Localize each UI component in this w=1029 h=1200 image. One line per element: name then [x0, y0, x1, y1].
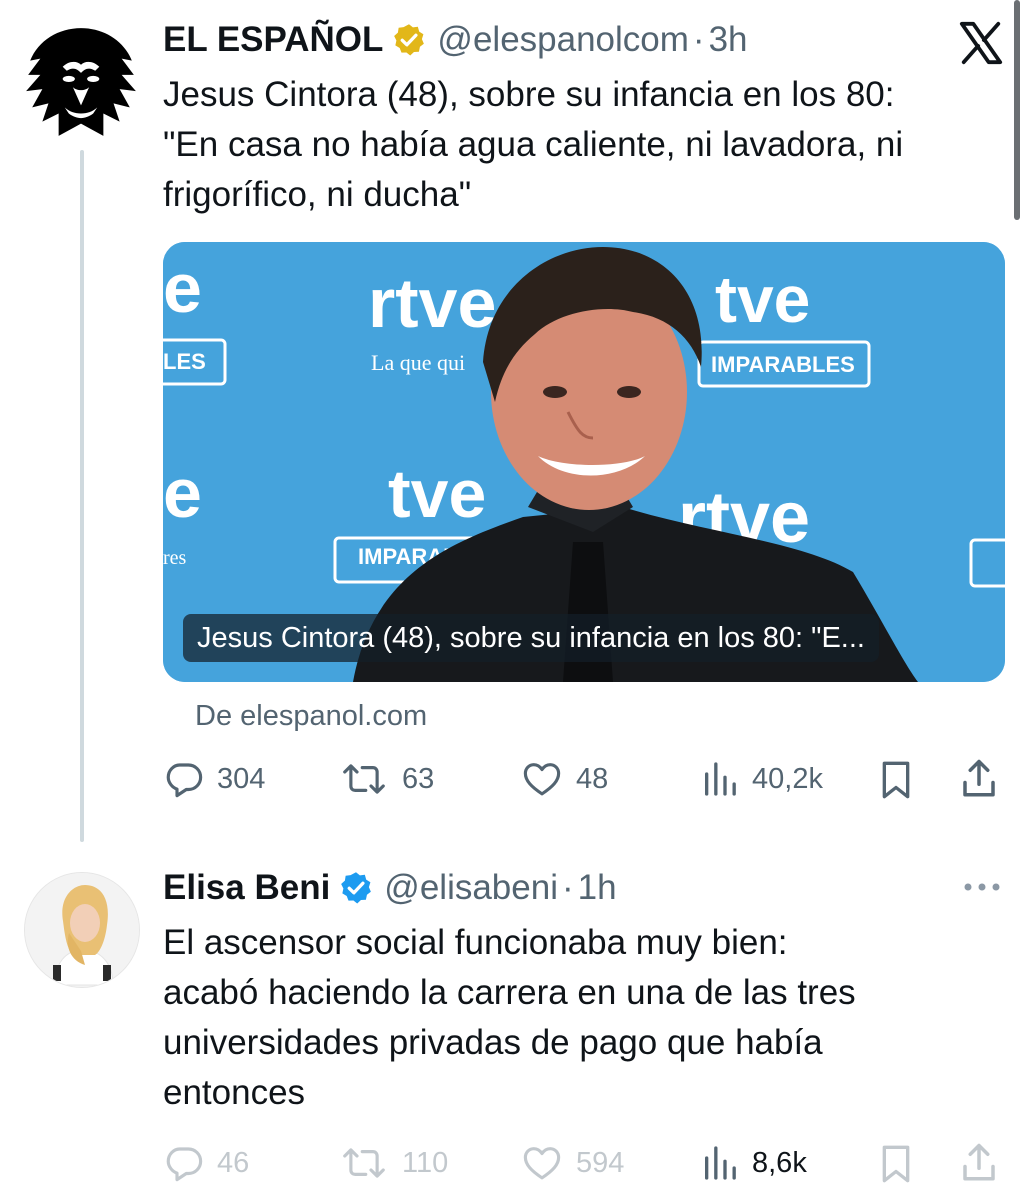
- svg-text:LES: LES: [163, 349, 206, 374]
- share-button[interactable]: [958, 756, 1000, 807]
- heart-icon: [523, 1147, 561, 1180]
- reply-button[interactable]: 46: [163, 1142, 249, 1184]
- tweet-text-line: acabó haciendo la carrera en una de las …: [163, 973, 856, 1012]
- tweet-header: EL ESPAÑOL @elespanolcom · 3h: [163, 20, 748, 60]
- reply-icon: [166, 763, 203, 798]
- thread-connector: [80, 150, 84, 842]
- views-icon: [705, 762, 736, 796]
- verified-badge-icon[interactable]: [391, 22, 427, 58]
- repost-count: 63: [402, 762, 435, 795]
- repost-count: 110: [402, 1146, 449, 1179]
- x-logo-icon[interactable]: [958, 20, 1004, 66]
- tweet-text-line: frigorífico, ni ducha": [163, 175, 472, 214]
- reply-icon: [166, 1147, 203, 1182]
- view-count: 40,2k: [752, 762, 823, 795]
- tweet-text-line: entonces: [163, 1073, 306, 1112]
- bookmark-icon: [882, 761, 910, 799]
- share-button[interactable]: [958, 1140, 1000, 1191]
- like-count: 594: [576, 1146, 625, 1179]
- view-count: 8,6k: [752, 1146, 807, 1179]
- avatar-elisa-beni[interactable]: [24, 872, 140, 988]
- reply-count: 46: [217, 1146, 250, 1179]
- tweet-text-line: universidades privadas de pago que había: [163, 1023, 823, 1062]
- tweet-text-line: El ascensor social funcionaba muy bien:: [163, 923, 788, 962]
- more-options-button[interactable]: [962, 880, 1002, 899]
- bookmark-button[interactable]: [876, 758, 916, 807]
- heart-icon: [523, 763, 561, 796]
- svg-text:tve: tve: [715, 262, 810, 336]
- header-separator: ·: [561, 868, 574, 907]
- views-button[interactable]: 8,6k: [700, 1142, 807, 1184]
- bookmark-button[interactable]: [876, 1142, 916, 1191]
- repost-button[interactable]: 63: [338, 758, 434, 800]
- link-card-title[interactable]: Jesus Cintora (48), sobre su infancia en…: [183, 614, 879, 662]
- post-time[interactable]: 3h: [709, 20, 748, 60]
- svg-text:tve: tve: [388, 456, 486, 532]
- views-icon: [705, 1146, 736, 1180]
- author-name[interactable]: Elisa Beni: [163, 868, 330, 908]
- link-card-source[interactable]: De elespanol.com: [195, 696, 427, 736]
- repost-button[interactable]: 110: [338, 1142, 448, 1184]
- svg-text:e: e: [163, 454, 202, 532]
- share-icon: [963, 759, 995, 797]
- avatar-el-espanol[interactable]: [20, 22, 142, 144]
- bookmark-icon: [882, 1145, 910, 1183]
- header-separator: ·: [692, 20, 705, 59]
- author-handle[interactable]: @elespanolcom: [437, 20, 689, 60]
- tweet-text: Jesus Cintora (48), sobre su infancia en…: [163, 70, 903, 220]
- more-dots-icon: [964, 883, 1000, 891]
- svg-text:La que qui: La que qui: [371, 350, 465, 375]
- repost-icon: [343, 764, 385, 794]
- lion-logo-icon: [20, 22, 142, 144]
- scrollbar[interactable]: [1014, 0, 1020, 220]
- reply-count: 304: [217, 762, 266, 795]
- svg-text:IMPARABLES: IMPARABLES: [711, 352, 855, 377]
- views-button[interactable]: 40,2k: [700, 758, 823, 800]
- tweet-text-line: "En casa no había agua caliente, ni lava…: [163, 125, 904, 164]
- repost-icon: [343, 1148, 385, 1178]
- svg-text:res: res: [163, 547, 187, 569]
- like-button[interactable]: 48: [520, 758, 608, 800]
- like-button[interactable]: 594: [520, 1142, 624, 1184]
- svg-text:rtve: rtve: [368, 264, 496, 342]
- tweet-text-line: Jesus Cintora (48), sobre su infancia en…: [163, 75, 895, 114]
- like-count: 48: [576, 762, 609, 795]
- author-handle[interactable]: @elisabeni: [384, 868, 558, 908]
- profile-photo: [25, 873, 139, 987]
- tweet-text: El ascensor social funcionaba muy bien: …: [163, 918, 856, 1118]
- svg-text:e: e: [163, 249, 202, 327]
- verified-badge-icon[interactable]: [338, 870, 374, 906]
- post-time[interactable]: 1h: [578, 868, 617, 908]
- reply-button[interactable]: 304: [163, 758, 265, 800]
- author-name[interactable]: EL ESPAÑOL: [163, 20, 383, 60]
- share-icon: [963, 1143, 995, 1181]
- tweet-header: Elisa Beni @elisabeni · 1h: [163, 868, 617, 908]
